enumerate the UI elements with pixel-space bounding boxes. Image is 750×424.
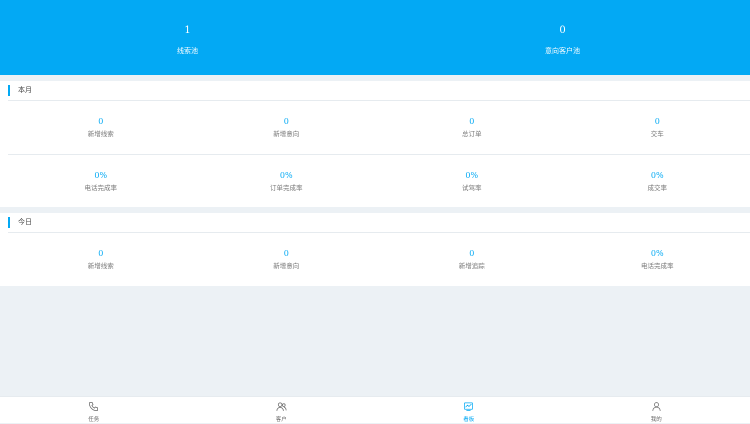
metric-new-clues[interactable]: 0 新增线索 — [8, 233, 194, 286]
tab-tasks[interactable]: 任务 — [0, 397, 188, 423]
stat-clue-pool[interactable]: 1 线索池 — [0, 0, 375, 75]
metric-label: 电话完成率 — [85, 184, 118, 193]
metrics-row: 0 新增线索 0 新增意向 0 新增追踪 0% 电话完成率 — [8, 233, 750, 286]
metric-value: 0 — [284, 249, 289, 259]
metric-new-intents[interactable]: 0 新增意向 — [194, 101, 380, 154]
metric-label: 成交率 — [648, 184, 668, 193]
metric-label: 新增意向 — [273, 262, 299, 271]
metric-value: 0% — [651, 171, 664, 181]
metric-value: 0% — [465, 171, 478, 181]
chart-icon — [463, 397, 474, 416]
metric-value: 0% — [94, 171, 107, 181]
stat-value: 1 — [184, 25, 190, 37]
person-icon — [651, 397, 662, 416]
metric-label: 新增意向 — [273, 130, 299, 139]
metric-value: 0 — [98, 249, 103, 259]
metric-value: 0 — [469, 117, 474, 127]
metric-label: 新增线索 — [88, 130, 114, 139]
today-section: 今日 0 新增线索 0 新增意向 0 新增追踪 0% 电话完成率 — [0, 213, 750, 286]
stat-label: 意向客户池 — [545, 46, 580, 56]
header-stats: 1 线索池 0 意向客户池 — [0, 0, 750, 75]
metric-deal-rate[interactable]: 0% 成交率 — [565, 155, 750, 208]
section-accent-bar — [8, 85, 10, 96]
metric-label: 交车 — [651, 130, 664, 139]
bottom-tab-bar: 任务 客户 看板 我的 — [0, 396, 750, 423]
metric-value: 0% — [280, 171, 293, 181]
phone-icon — [88, 397, 99, 416]
metric-label: 总订单 — [462, 130, 482, 139]
metric-label: 试驾率 — [462, 184, 482, 193]
metric-order-completion-rate[interactable]: 0% 订单完成率 — [194, 155, 380, 208]
metric-label: 新增追踪 — [459, 262, 485, 271]
tab-label: 我的 — [651, 417, 662, 424]
metric-new-follow-ups[interactable]: 0 新增追踪 — [379, 233, 565, 286]
metric-total-orders[interactable]: 0 总订单 — [379, 101, 565, 154]
section-title: 本月 — [18, 85, 32, 96]
metrics-row: 0% 电话完成率 0% 订单完成率 0% 试驾率 0% 成交率 — [8, 155, 750, 208]
tab-dashboard[interactable]: 看板 — [375, 397, 563, 423]
metric-value: 0% — [651, 249, 664, 259]
section-header: 本月 — [8, 81, 750, 101]
metric-label: 新增线索 — [88, 262, 114, 271]
tab-label: 看板 — [463, 417, 474, 424]
metric-value: 0 — [98, 117, 103, 127]
stat-value: 0 — [559, 25, 565, 37]
section-header: 今日 — [8, 213, 750, 233]
section-accent-bar — [8, 217, 10, 228]
metric-new-intents[interactable]: 0 新增意向 — [194, 233, 380, 286]
metric-value: 0 — [284, 117, 289, 127]
metric-value: 0 — [655, 117, 660, 127]
section-title: 今日 — [18, 217, 32, 228]
metric-call-completion-rate[interactable]: 0% 电话完成率 — [8, 155, 194, 208]
metrics-row: 0 新增线索 0 新增意向 0 总订单 0 交车 — [8, 101, 750, 155]
metric-deliveries[interactable]: 0 交车 — [565, 101, 750, 154]
month-section: 本月 0 新增线索 0 新增意向 0 总订单 0 交车 0% 电话完成率 0% … — [0, 81, 750, 207]
metric-test-drive-rate[interactable]: 0% 试驾率 — [379, 155, 565, 208]
metric-new-clues[interactable]: 0 新增线索 — [8, 101, 194, 154]
tab-profile[interactable]: 我的 — [563, 397, 750, 423]
tab-label: 客户 — [276, 417, 287, 424]
metric-label: 订单完成率 — [270, 184, 303, 193]
stat-intent-customer-pool[interactable]: 0 意向客户池 — [375, 0, 750, 75]
metric-call-completion-rate[interactable]: 0% 电话完成率 — [565, 233, 750, 286]
tab-label: 任务 — [88, 417, 99, 424]
metric-value: 0 — [469, 249, 474, 259]
metric-label: 电话完成率 — [641, 262, 674, 271]
users-icon — [276, 397, 287, 416]
tab-customers[interactable]: 客户 — [188, 397, 376, 423]
stat-label: 线索池 — [177, 46, 198, 56]
